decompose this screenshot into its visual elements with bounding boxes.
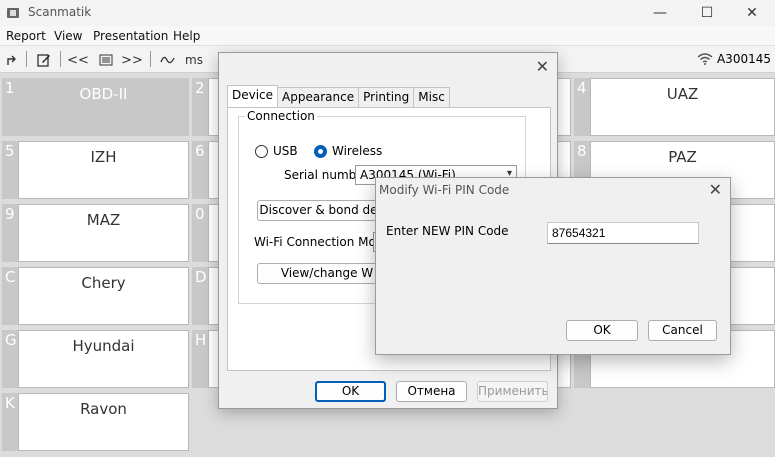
tab-device[interactable]: Device [227, 85, 279, 107]
menu-report[interactable]: Report [6, 29, 46, 43]
tile-label [730, 204, 775, 262]
tile-label: Ravon [18, 393, 189, 451]
tile-hyundai[interactable]: G Hyundai [2, 330, 189, 390]
tab-misc[interactable]: Misc [413, 87, 450, 107]
tile-label: IZH [18, 141, 189, 199]
tile-ravon[interactable]: K Ravon [2, 393, 189, 453]
next-icon[interactable]: >> [121, 50, 143, 70]
wifi-icon [697, 53, 713, 65]
edit-icon[interactable] [34, 50, 54, 70]
pin-cancel-button[interactable]: Cancel [648, 320, 717, 341]
usb-radio[interactable]: USB [255, 144, 298, 158]
exit-icon[interactable] [2, 50, 22, 70]
tab-printing[interactable]: Printing [358, 87, 415, 107]
tile-key: D [192, 267, 208, 325]
toolbar-separator [150, 51, 151, 67]
modify-pin-dialog: Modify Wi-Fi PIN Code ✕ Enter NEW PIN Co… [375, 177, 731, 355]
tile-key: G [2, 330, 18, 388]
close-window-button[interactable]: ✕ [729, 0, 775, 26]
minimize-button[interactable]: — [637, 0, 683, 26]
apply-button[interactable]: Применить [477, 381, 548, 402]
tile-obd-ii[interactable]: 1 OBD-II [2, 78, 189, 138]
device-status-text: A300145 [716, 52, 771, 66]
tile-key: 6 [192, 141, 208, 199]
window-title: Scanmatik [28, 5, 92, 19]
settings-tabs: Device Appearance Printing Misc [227, 85, 450, 107]
wireless-radio-circle[interactable] [314, 144, 327, 158]
tile-maz[interactable]: 9 MAZ [2, 204, 189, 264]
menu-view[interactable]: View [54, 29, 82, 43]
tile-right-row4[interactable] [730, 267, 775, 327]
menu-presentation[interactable]: Presentation [93, 29, 168, 43]
ok-button[interactable]: OK [315, 381, 386, 402]
tile-uaz[interactable]: 4 UAZ [574, 78, 775, 138]
tile-key: 1 [2, 78, 18, 136]
maximize-button[interactable]: ☐ [684, 0, 730, 26]
toolbar-separator [26, 51, 27, 67]
cancel-button[interactable]: Отмена [396, 381, 467, 402]
tile-key: 0 [192, 204, 208, 262]
previous-icon[interactable]: << [67, 50, 89, 70]
tile-label: OBD-II [18, 78, 189, 136]
pin-prompt-label: Enter NEW PIN Code [386, 224, 509, 238]
tile-key: H [192, 330, 208, 388]
wireless-radio[interactable]: Wireless [314, 144, 382, 158]
tile-label: Chery [18, 267, 189, 325]
tile-izh[interactable]: 5 IZH [2, 141, 189, 201]
usb-radio-label: USB [273, 144, 298, 158]
title-bar: Scanmatik — ☐ ✕ [0, 0, 775, 26]
tile-right-row3[interactable] [730, 204, 775, 264]
signal-icon[interactable] [158, 50, 178, 70]
list-icon[interactable] [96, 50, 116, 70]
tile-key: 9 [2, 204, 18, 262]
close-icon[interactable]: ✕ [709, 180, 722, 199]
tile-key: 4 [574, 78, 590, 136]
scanmatik-app-icon [7, 8, 19, 18]
connection-group-title: Connection [245, 109, 317, 123]
pin-code-input[interactable] [547, 222, 699, 244]
tile-label: MAZ [18, 204, 189, 262]
menu-help[interactable]: Help [173, 29, 200, 43]
usb-radio-circle[interactable] [255, 144, 268, 158]
toolbar-separator [60, 51, 61, 67]
tile-chery[interactable]: C Chery [2, 267, 189, 327]
tile-key: K [2, 393, 18, 451]
tile-label [730, 267, 775, 325]
close-icon[interactable]: ✕ [536, 57, 549, 76]
device-status: A300145 [697, 52, 771, 66]
tile-label: UAZ [590, 78, 775, 136]
pin-ok-button[interactable]: OK [566, 320, 638, 341]
ms-icon[interactable]: ms [184, 50, 204, 70]
pin-dialog-title: Modify Wi-Fi PIN Code [379, 183, 510, 197]
tile-key: C [2, 267, 18, 325]
tab-appearance[interactable]: Appearance [277, 87, 360, 107]
tile-label: Hyundai [18, 330, 189, 388]
tile-key: 5 [2, 141, 18, 199]
menu-bar: Report View Presentation Help [0, 26, 775, 46]
wireless-radio-label: Wireless [332, 144, 383, 158]
tile-key: 2 [192, 78, 208, 136]
